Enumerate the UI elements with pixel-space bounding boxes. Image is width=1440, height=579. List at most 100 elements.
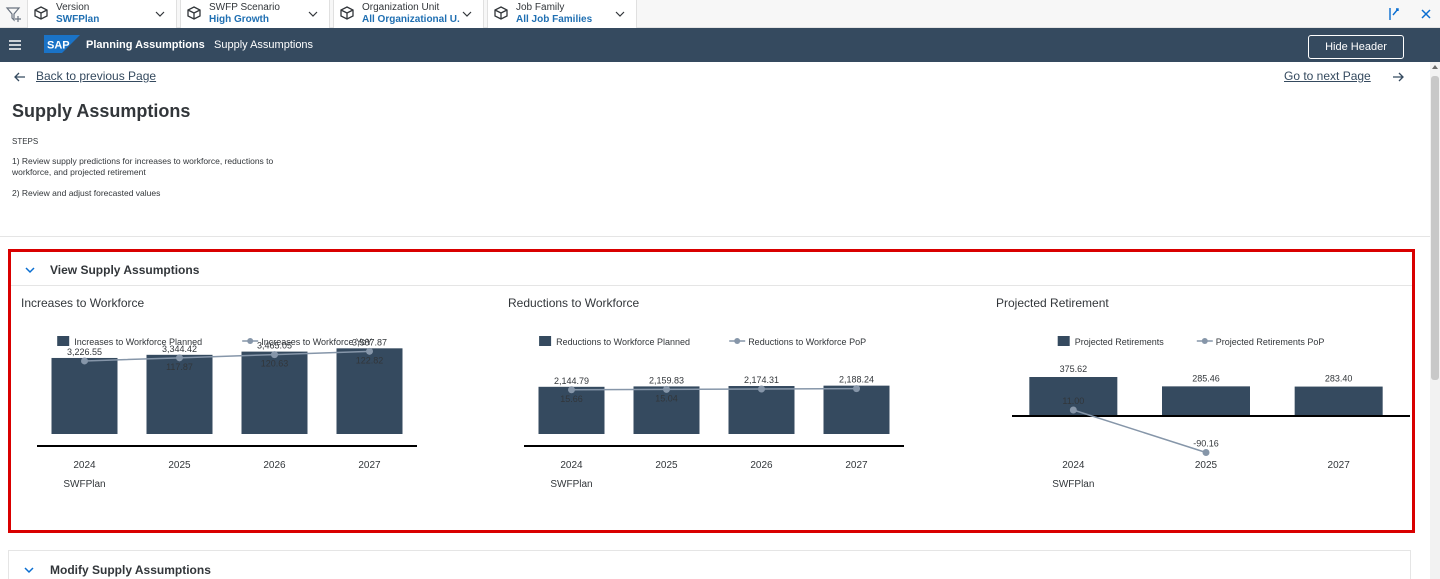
series-line xyxy=(84,350,370,362)
legend-line-marker xyxy=(734,338,741,344)
page-title: Supply Assumptions xyxy=(12,101,191,121)
chevron-down-icon[interactable] xyxy=(23,564,35,576)
bar xyxy=(823,385,890,434)
close-icon[interactable] xyxy=(1417,5,1435,23)
legend-bar-swatch xyxy=(57,336,70,346)
series-line xyxy=(571,387,857,391)
panel-title: View Supply Assumptions xyxy=(50,263,200,277)
line-point xyxy=(366,347,373,355)
x-tick-label: 2025 xyxy=(1195,460,1218,471)
x-tick-label: 2024 xyxy=(560,460,583,471)
modify-supply-assumptions-panel[interactable]: Modify Supply Assumptions xyxy=(8,550,1411,579)
chevron-down-icon[interactable] xyxy=(24,264,36,276)
bookmark-icon[interactable] xyxy=(1385,5,1403,23)
legend-label: Projected Retirements PoP xyxy=(1216,337,1325,347)
sap-logo: SAP xyxy=(44,35,80,53)
x-tick-label: 2024 xyxy=(1062,460,1085,471)
x-tick-label: 2026 xyxy=(263,460,286,471)
scroll-up-icon[interactable] xyxy=(1432,64,1438,70)
panel-header[interactable]: View Supply Assumptions xyxy=(11,252,1412,286)
cube-icon xyxy=(34,6,48,20)
chevron-down-icon[interactable] xyxy=(614,8,626,20)
scrollbar-thumb[interactable] xyxy=(1431,76,1439,380)
line-data-label: 15.66 xyxy=(560,394,583,404)
filter-label: Organization Unit xyxy=(362,2,440,13)
filter-value: All Organizational U... xyxy=(362,14,460,25)
line-point xyxy=(758,385,765,393)
bar-data-label: 2,159.83 xyxy=(649,375,684,385)
funnel-add-icon[interactable] xyxy=(4,4,24,24)
bar-data-label: 3,226.55 xyxy=(67,347,102,357)
filter-version[interactable]: Version SWFPlan xyxy=(27,0,177,28)
x-tick-label: 2026 xyxy=(750,460,773,471)
x-tick-label: 2025 xyxy=(655,460,678,471)
step-item: 1) Review supply predictions for increas… xyxy=(12,156,274,177)
line-data-label: 11.00 xyxy=(1062,396,1084,406)
bar-data-label: 375.62 xyxy=(1060,364,1088,374)
line-point xyxy=(81,357,88,365)
panel-title: Modify Supply Assumptions xyxy=(50,563,211,577)
step-item: 2) Review and adjust forecasted values xyxy=(12,188,161,198)
sap-logo-text: SAP xyxy=(47,40,70,52)
hamburger-icon[interactable] xyxy=(8,38,22,52)
cube-icon xyxy=(494,6,508,20)
retirement-chart: Projected Retirements Projected Retiremen… xyxy=(1012,336,1410,490)
filter-scenario[interactable]: SWFP Scenario High Growth xyxy=(180,0,330,28)
reductions-chart: Reductions to Workforce Planned Reduction… xyxy=(524,336,904,490)
filter-job-family[interactable]: Job Family All Job Families xyxy=(487,0,637,28)
filter-bar: Version SWFPlan SWFP Scenario High Growt… xyxy=(0,0,1440,28)
increases-chart: Increases to Workforce Planned Increases … xyxy=(37,336,417,490)
line-point xyxy=(1069,406,1077,414)
hide-header-button[interactable]: Hide Header xyxy=(1308,35,1404,59)
line-data-label: -90.16 xyxy=(1193,438,1219,448)
legend-label: Reductions to Workforce Planned xyxy=(556,337,690,347)
line-data-label: 120.63 xyxy=(261,359,289,369)
chart-title: Increases to Workforce xyxy=(21,296,145,310)
x-tick-label: 2027 xyxy=(1328,460,1351,471)
chevron-down-icon[interactable] xyxy=(461,8,473,20)
line-point xyxy=(663,385,670,393)
x-group-label: SWFPlan xyxy=(1052,479,1094,490)
filter-label: Job Family xyxy=(516,2,565,13)
bar-data-label: 2,188.24 xyxy=(839,375,874,385)
chart-title: Projected Retirement xyxy=(996,296,1109,310)
line-data-label: 15.04 xyxy=(655,393,678,403)
bar-data-label: 283.40 xyxy=(1325,374,1353,384)
bar xyxy=(1294,386,1383,416)
bar-data-label: 3,344.42 xyxy=(162,344,197,354)
bar-data-label: 2,174.31 xyxy=(744,375,779,385)
next-link[interactable]: Go to next Page xyxy=(1284,69,1371,83)
filter-label: Version xyxy=(56,2,90,13)
line-point xyxy=(853,385,860,393)
bar xyxy=(728,386,795,434)
view-supply-assumptions-panel: View Supply Assumptions Increases to Wor… xyxy=(8,249,1415,533)
arrow-left-icon[interactable] xyxy=(14,71,26,83)
steps-heading: STEPS xyxy=(12,137,39,146)
filter-value: All Job Families xyxy=(516,14,593,25)
x-group-label: SWFPlan xyxy=(63,479,105,490)
bar-data-label: 3,587.87 xyxy=(352,337,387,347)
bar-data-label: 285.46 xyxy=(1192,373,1220,383)
chart-title: Reductions to Workforce xyxy=(508,296,640,310)
bar xyxy=(51,357,118,434)
chevron-down-icon[interactable] xyxy=(307,8,319,20)
filter-label: SWFP Scenario xyxy=(209,2,280,13)
shell-title: Planning Assumptions xyxy=(86,39,205,51)
shell-bar: SAP Planning Assumptions Supply Assumpti… xyxy=(0,28,1440,62)
filter-value: High Growth xyxy=(209,14,269,25)
legend-label: Reductions to Workforce PoP xyxy=(748,337,866,347)
header-divider xyxy=(0,236,1430,237)
legend-bar-swatch xyxy=(1057,336,1070,346)
arrow-right-icon[interactable] xyxy=(1392,71,1404,83)
back-link[interactable]: Back to previous Page xyxy=(36,69,156,83)
line-data-label: 122.82 xyxy=(356,355,384,365)
cube-icon xyxy=(187,6,201,20)
line-point xyxy=(568,386,575,394)
chevron-down-icon[interactable] xyxy=(154,8,166,20)
x-group-label: SWFPlan xyxy=(550,479,592,490)
line-point xyxy=(176,354,183,362)
filter-org-unit[interactable]: Organization Unit All Organizational U..… xyxy=(333,0,484,28)
x-tick-label: 2027 xyxy=(358,460,381,471)
cube-icon xyxy=(340,6,354,20)
shell-subtitle[interactable]: Supply Assumptions xyxy=(214,39,313,51)
